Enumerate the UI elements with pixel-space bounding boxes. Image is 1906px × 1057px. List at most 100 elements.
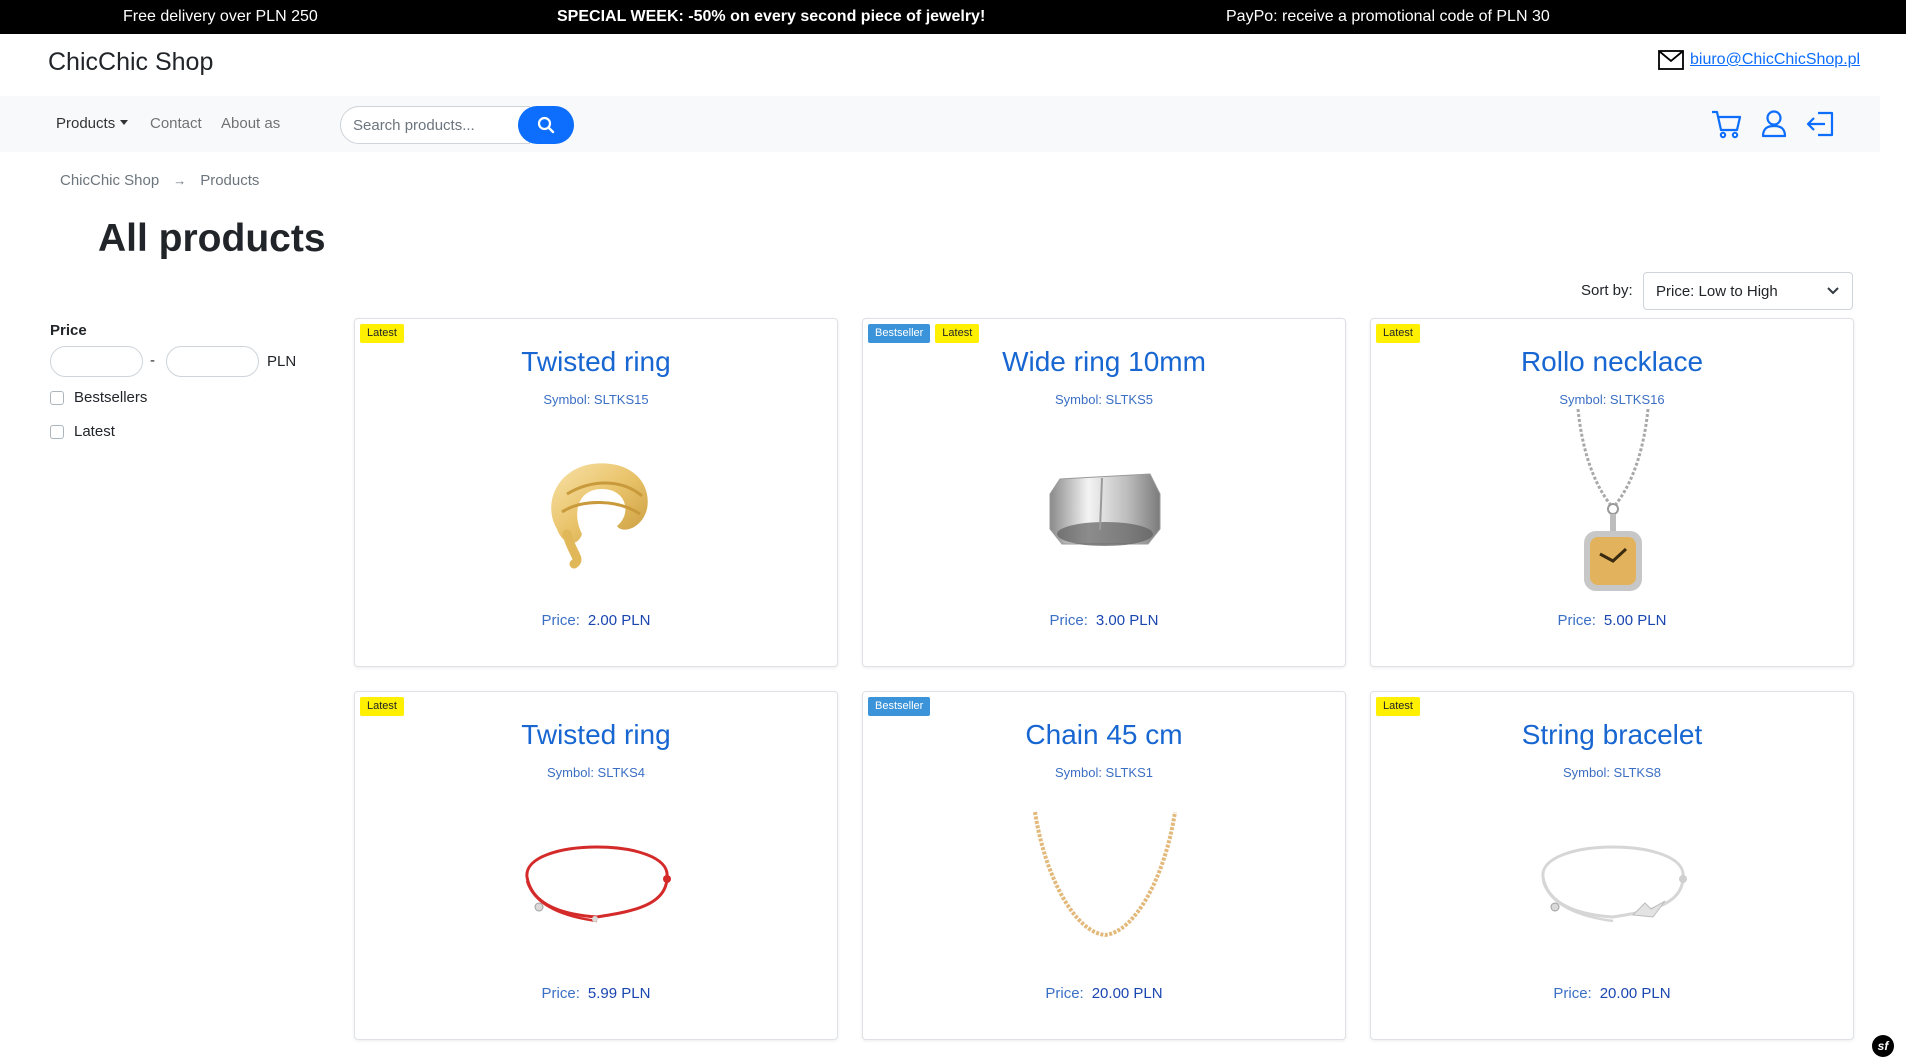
product-symbol: Symbol: SLTKS1 (1054, 765, 1154, 780)
cart-button[interactable] (1710, 108, 1742, 145)
breadcrumb: ChicChic Shop → Products (60, 172, 259, 189)
envelope-icon (1658, 50, 1684, 70)
login-button[interactable] (1805, 108, 1837, 145)
product-price: Price: 3.00 PLN (863, 612, 1345, 629)
gold-ring-image[interactable] (497, 409, 697, 609)
product-badges: Latest (1376, 697, 1420, 716)
navbar: Products Contact About as (0, 96, 1880, 152)
price-label: Price: (1553, 985, 1592, 1002)
bestseller-badge: Bestseller (868, 324, 931, 343)
product-badges: Bestseller (868, 697, 931, 716)
product-title[interactable]: Wide ring 10mm (863, 346, 1345, 378)
latest-badge: Latest (360, 697, 404, 716)
product-title[interactable]: String bracelet (1371, 719, 1853, 751)
product-symbol: Symbol: SLTKS4 (546, 765, 646, 780)
latest-label: Latest (74, 423, 115, 440)
bestsellers-checkbox[interactable] (50, 390, 64, 405)
bestseller-badge: Bestseller (868, 697, 931, 716)
nav-products-label: Products (56, 115, 116, 132)
price-value: 5.99 PLN (587, 985, 651, 1002)
product-symbol: Symbol: SLTKS5 (1054, 392, 1154, 407)
brand-logo[interactable]: ChicChic Shop (48, 48, 213, 77)
product-card[interactable]: Bestseller Latest Wide ring 10mm Symbol:… (862, 318, 1346, 667)
sort-select[interactable]: Price: Low to High (1643, 272, 1853, 310)
nav-about[interactable]: About as (221, 115, 280, 132)
caret-down-icon (120, 120, 129, 126)
product-symbol: Symbol: SLTKS16 (1559, 392, 1665, 407)
cart-icon (1712, 110, 1742, 139)
white-string-bracelet-image[interactable] (1513, 782, 1713, 982)
search-input[interactable] (340, 106, 530, 144)
email-link[interactable]: biuro@ChicChicShop.pl (1690, 51, 1860, 69)
product-price: Price: 20.00 PLN (1371, 985, 1853, 1002)
search-button[interactable] (518, 106, 574, 144)
product-title[interactable]: Chain 45 cm (863, 719, 1345, 751)
pendant-necklace-image[interactable] (1513, 409, 1713, 609)
product-card[interactable]: Latest Twisted ring Symbol: SLTKS4 Price… (354, 691, 838, 1040)
product-title[interactable]: Twisted ring (355, 719, 837, 751)
chevron-down-icon (1827, 287, 1839, 295)
arrow-right-icon: → (173, 173, 187, 188)
contact-email: biuro@ChicChicShop.pl (1658, 50, 1860, 70)
symfony-toolbar-icon[interactable]: sf (1872, 1035, 1894, 1057)
price-max-input[interactable] (166, 346, 259, 377)
price-value: 20.00 PLN (1091, 985, 1163, 1002)
price-value: 5.00 PLN (1603, 612, 1667, 629)
silver-ring-image[interactable] (1005, 409, 1205, 609)
latest-badge: Latest (1376, 697, 1420, 716)
product-card[interactable]: Latest String bracelet Symbol: SLTKS8 Pr… (1370, 691, 1854, 1040)
nav-products-dropdown[interactable]: Products (56, 115, 129, 132)
promo-delivery: Free delivery over PLN 250 (123, 8, 318, 25)
page-title: All products (98, 217, 326, 260)
breadcrumb-home[interactable]: ChicChic Shop (60, 172, 159, 189)
search-icon (537, 116, 555, 134)
latest-filter[interactable]: Latest (50, 423, 115, 440)
price-min-input[interactable] (50, 346, 143, 377)
product-badges: Bestseller Latest (868, 324, 980, 343)
product-badges: Latest (1376, 324, 1420, 343)
promo-special-week: SPECIAL WEEK: -50% on every second piece… (557, 8, 986, 25)
bestsellers-label: Bestsellers (74, 389, 148, 406)
price-filter-title: Price (50, 322, 87, 339)
latest-checkbox[interactable] (50, 424, 64, 439)
sort-selected-value: Price: Low to High (1656, 282, 1778, 300)
price-label: Price: (541, 612, 580, 629)
price-label: Price: (1045, 985, 1084, 1002)
promo-paypo: PayPo: receive a promotional code of PLN… (1226, 8, 1550, 25)
product-symbol: Symbol: SLTKS8 (1562, 765, 1662, 780)
latest-badge: Latest (360, 324, 404, 343)
price-range-separator: - (150, 352, 155, 369)
sort-label: Sort by: (1581, 282, 1633, 299)
price-label: Price: (1557, 612, 1596, 629)
product-card[interactable]: Latest Rollo necklace Symbol: SLTKS16 Pr… (1370, 318, 1854, 667)
account-button[interactable] (1760, 108, 1788, 145)
red-string-bracelet-image[interactable] (497, 782, 697, 982)
price-value: 2.00 PLN (587, 612, 651, 629)
user-icon (1761, 110, 1787, 138)
product-badges: Latest (360, 324, 404, 343)
breadcrumb-current: Products (200, 172, 260, 189)
product-card[interactable]: Latest Twisted ring Symbol: SLTKS15 Pric… (354, 318, 838, 667)
price-label: Price: (541, 985, 580, 1002)
sign-in-icon (1806, 111, 1834, 137)
promo-bar: Free delivery over PLN 250 SPECIAL WEEK:… (0, 0, 1906, 34)
product-title[interactable]: Twisted ring (355, 346, 837, 378)
price-label: Price: (1049, 612, 1088, 629)
product-symbol: Symbol: SLTKS15 (543, 392, 649, 407)
price-currency: PLN (267, 353, 297, 370)
latest-badge: Latest (1376, 324, 1420, 343)
gold-chain-image[interactable] (1005, 782, 1205, 982)
nav-contact[interactable]: Contact (150, 115, 202, 132)
product-price: Price: 20.00 PLN (863, 985, 1345, 1002)
product-price: Price: 2.00 PLN (355, 612, 837, 629)
product-card[interactable]: Bestseller Chain 45 cm Symbol: SLTKS1 Pr… (862, 691, 1346, 1040)
site-header: ChicChic Shop biuro@ChicChicShop.pl (0, 34, 1880, 96)
latest-badge: Latest (935, 324, 980, 343)
price-value: 3.00 PLN (1095, 612, 1159, 629)
product-price: Price: 5.99 PLN (355, 985, 837, 1002)
product-price: Price: 5.00 PLN (1371, 612, 1853, 629)
price-value: 20.00 PLN (1599, 985, 1671, 1002)
product-badges: Latest (360, 697, 404, 716)
bestsellers-filter[interactable]: Bestsellers (50, 389, 147, 406)
product-title[interactable]: Rollo necklace (1371, 346, 1853, 378)
